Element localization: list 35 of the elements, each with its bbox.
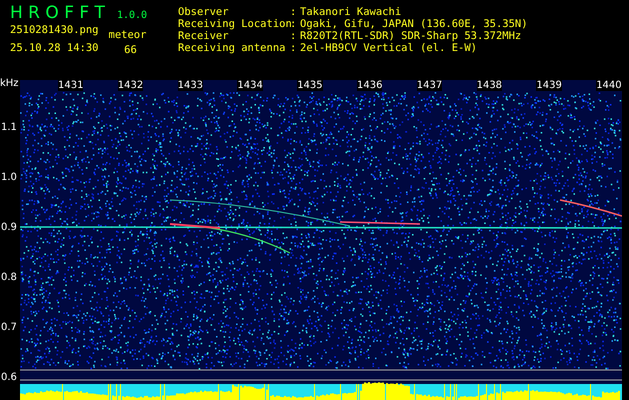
frequency-label: 0.7	[1, 322, 17, 333]
time-label: 1435	[297, 80, 323, 91]
time-label: 1440	[596, 80, 622, 91]
info-value: Takanori Kawachi	[300, 6, 402, 18]
time-label: 1432	[118, 80, 144, 91]
info-value: Ogaki, Gifu, JAPAN (136.60E, 35.35N)	[300, 18, 528, 30]
time-label: 1431	[58, 80, 84, 91]
frequency-label: 0.9	[1, 222, 17, 233]
info-label: Receiving antenna	[178, 42, 286, 54]
axis-unit: kHz	[0, 78, 19, 89]
time-label: 1433	[178, 80, 204, 91]
app-version: 1.0.0	[116, 10, 148, 21]
time-label: 1438	[476, 80, 502, 91]
time-label: 1434	[237, 80, 263, 91]
info-label: Receiving Location	[178, 18, 290, 30]
app-name: H R O F F T	[10, 3, 105, 23]
info-label: Observer	[178, 6, 230, 18]
info-separator: :	[290, 30, 298, 42]
frequency-label: 0.8	[1, 272, 17, 283]
info-value: R820T2(RTL-SDR) SDR-Sharp 53.372MHz	[300, 30, 522, 42]
time-label: 1439	[536, 80, 562, 91]
timestamp: 25.10.28 14:30	[10, 42, 99, 54]
info-value: 2el-HB9CV Vertical (el. E-W)	[300, 42, 478, 54]
info-separator: :	[290, 42, 298, 54]
time-label: 1437	[416, 80, 442, 91]
file-name: 2510281430.png	[10, 24, 99, 36]
frequency-label: 0.6	[1, 372, 17, 383]
info-label: Receiver	[178, 30, 230, 42]
frequency-label: 1.1	[1, 122, 17, 133]
info-separator: :	[290, 18, 298, 30]
time-label: 1436	[357, 80, 382, 91]
meteor-count: 66	[123, 44, 137, 56]
info-separator: :	[290, 6, 298, 18]
frequency-label: 1.0	[1, 172, 17, 183]
detection-label: meteor	[108, 29, 146, 41]
